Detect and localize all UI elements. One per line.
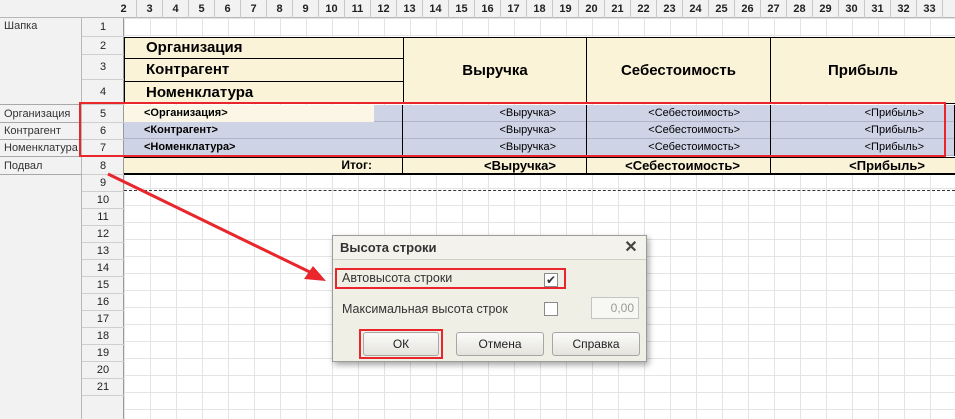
max-height-checkbox[interactable] [544,302,558,316]
cancel-button[interactable]: Отмена [456,332,544,356]
ok-highlight [359,329,443,359]
dialog-title: Высота строки [333,236,646,260]
close-icon[interactable]: ✕ [622,238,640,258]
row-height-dialog: Высота строки ✕ Автовысота строки ✔ Макс… [332,235,647,362]
auto-height-highlight [335,268,566,289]
max-height-label[interactable]: Максимальная высота строк [342,302,508,316]
max-height-input[interactable]: 0,00 [591,297,639,319]
help-button[interactable]: Справка [552,332,640,356]
